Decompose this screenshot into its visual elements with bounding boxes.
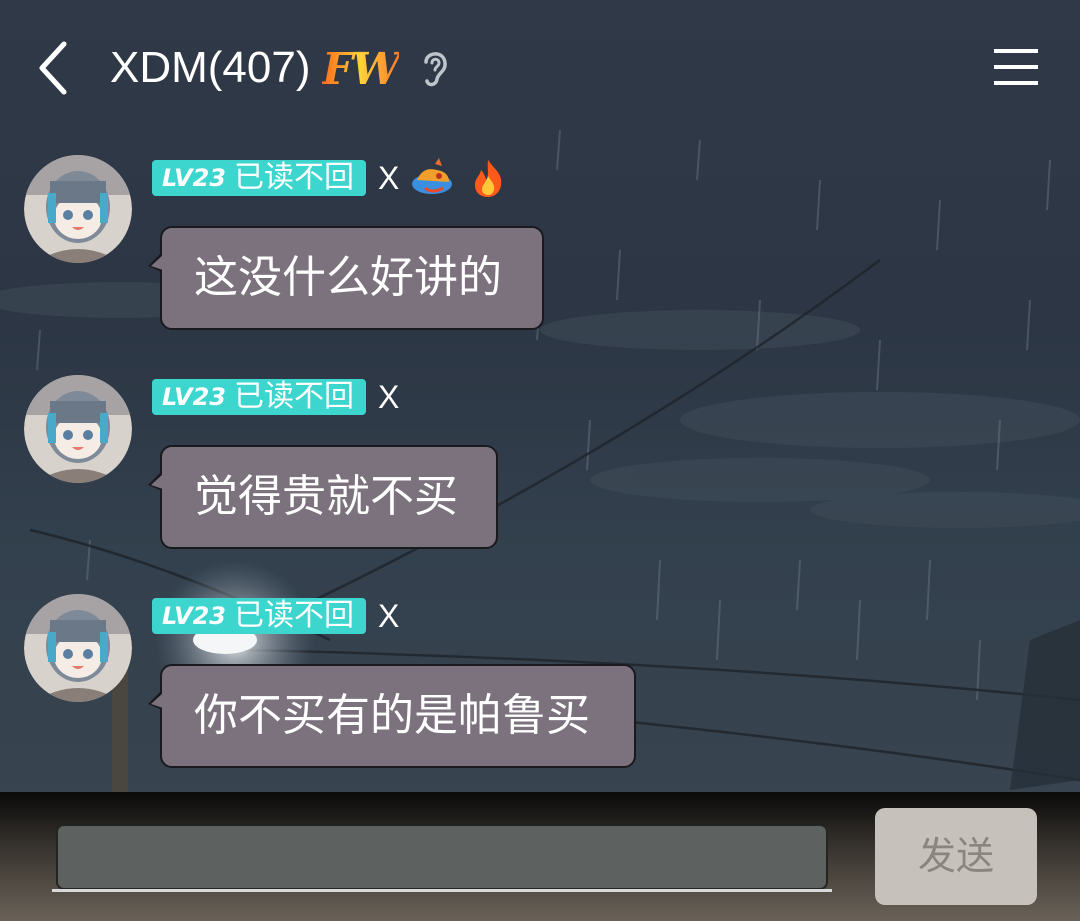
avatar[interactable] — [24, 375, 132, 483]
dragon-emoji-icon — [412, 158, 453, 194]
chat-header: XDM(407) FW — [0, 0, 1080, 135]
bubble-tail — [148, 471, 163, 491]
sender-name[interactable]: 已读不回 — [234, 160, 354, 196]
level-badge: LV23 已读不回 — [152, 160, 366, 196]
sender-meta: LV23 已读不回 X — [152, 158, 511, 197]
input-underline — [52, 889, 832, 892]
fw-badge: FW — [322, 42, 401, 98]
fire-emoji-icon — [475, 160, 502, 197]
level-label: LV23 — [162, 383, 226, 411]
message-text: 觉得贵就不买 — [194, 471, 458, 522]
sender-suffix: X — [377, 378, 400, 415]
sender-suffix: X — [377, 597, 400, 634]
avatar[interactable] — [24, 155, 132, 263]
back-chevron-icon[interactable] — [30, 38, 80, 98]
hamburger-menu-icon[interactable] — [992, 46, 1040, 88]
sender-name[interactable]: 已读不回 — [234, 598, 354, 634]
level-badge: LV23 已读不回 — [152, 598, 366, 634]
message-bubble[interactable]: 你不买有的是帕鲁买 — [148, 664, 636, 768]
message-text: 你不买有的是帕鲁买 — [194, 690, 590, 741]
message-bubble[interactable]: 这没什么好讲的 — [148, 226, 544, 330]
sender-meta: LV23 已读不回 X — [152, 378, 399, 416]
level-badge: LV23 已读不回 — [152, 379, 366, 415]
bubble-tail — [148, 690, 163, 710]
chat-screen: XDM(407) FW LV23 已读不回 X 这没什么好讲的 LV23 已读不… — [0, 0, 1080, 921]
sender-suffix: X — [377, 159, 400, 196]
bubble-tail — [148, 252, 163, 272]
chat-title: XDM(407) — [110, 43, 311, 92]
ear-icon[interactable] — [418, 46, 452, 90]
avatar[interactable] — [24, 594, 132, 702]
level-label: LV23 — [162, 164, 226, 192]
message-text: 这没什么好讲的 — [194, 252, 502, 303]
sender-name[interactable]: 已读不回 — [234, 379, 354, 415]
message-input[interactable] — [56, 824, 828, 890]
level-label: LV23 — [162, 602, 226, 630]
send-button[interactable]: 发送 — [875, 808, 1037, 905]
sender-meta: LV23 已读不回 X — [152, 597, 399, 635]
message-bubble[interactable]: 觉得贵就不买 — [148, 445, 498, 549]
